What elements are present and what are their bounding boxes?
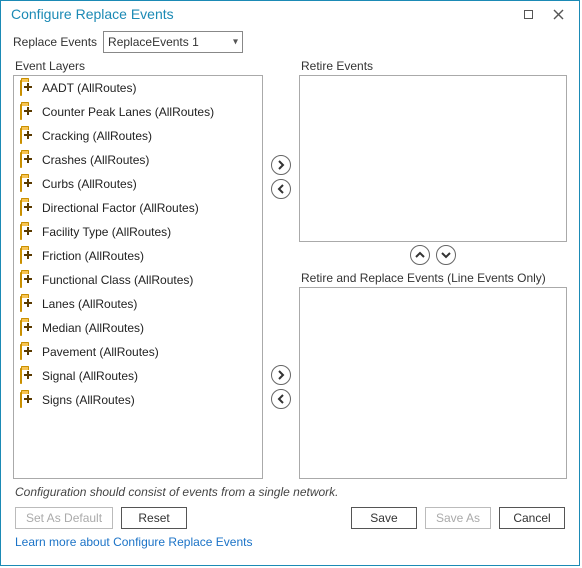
layer-icon <box>20 177 36 191</box>
move-left-button[interactable] <box>271 179 291 199</box>
buttons-row: Set As Default Reset Save Save As Cancel <box>13 507 567 535</box>
list-item[interactable]: Curbs (AllRoutes) <box>14 172 262 196</box>
reorder-buttons <box>299 242 567 271</box>
retire-replace-list[interactable] <box>299 287 567 479</box>
cancel-button[interactable]: Cancel <box>499 507 565 529</box>
layer-label: AADT (AllRoutes) <box>42 81 136 95</box>
set-as-default-button[interactable]: Set As Default <box>15 507 113 529</box>
layer-label: Crashes (AllRoutes) <box>42 153 149 167</box>
replace-events-label: Replace Events <box>13 35 97 49</box>
retire-events-label: Retire Events <box>301 59 567 73</box>
right-column: Retire Events Retire and Replace Events … <box>299 59 567 479</box>
layer-icon <box>20 249 36 263</box>
layer-label: Curbs (AllRoutes) <box>42 177 137 191</box>
layer-icon <box>20 393 36 407</box>
list-item[interactable]: Directional Factor (AllRoutes) <box>14 196 262 220</box>
move-left-button-2[interactable] <box>271 389 291 409</box>
replace-events-dropdown[interactable]: ReplaceEvents 1 ▾ <box>103 31 243 53</box>
event-layers-label: Event Layers <box>15 59 263 73</box>
retire-replace-label: Retire and Replace Events (Line Events O… <box>301 271 567 285</box>
move-right-button-2[interactable] <box>271 365 291 385</box>
window: Configure Replace Events Replace Events … <box>0 0 580 566</box>
list-item[interactable]: Crashes (AllRoutes) <box>14 148 262 172</box>
layer-label: Lanes (AllRoutes) <box>42 297 137 311</box>
list-item[interactable]: Cracking (AllRoutes) <box>14 124 262 148</box>
window-title: Configure Replace Events <box>11 6 513 22</box>
layer-label: Directional Factor (AllRoutes) <box>42 201 199 215</box>
layer-icon <box>20 105 36 119</box>
list-item[interactable]: Lanes (AllRoutes) <box>14 292 262 316</box>
save-button[interactable]: Save <box>351 507 417 529</box>
layer-icon <box>20 321 36 335</box>
list-item[interactable]: Functional Class (AllRoutes) <box>14 268 262 292</box>
retire-events-list[interactable] <box>299 75 567 242</box>
maximize-button[interactable] <box>513 3 543 25</box>
layer-label: Median (AllRoutes) <box>42 321 144 335</box>
chevron-down-icon: ▾ <box>233 37 238 48</box>
layer-icon <box>20 153 36 167</box>
layer-label: Functional Class (AllRoutes) <box>42 273 193 287</box>
reset-button[interactable]: Reset <box>121 507 187 529</box>
learn-more-link[interactable]: Learn more about Configure Replace Event… <box>13 535 567 557</box>
layer-label: Cracking (AllRoutes) <box>42 129 152 143</box>
list-item[interactable]: AADT (AllRoutes) <box>14 76 262 100</box>
transfer-column <box>267 59 295 479</box>
move-down-button[interactable] <box>436 245 456 265</box>
workarea: Event Layers AADT (AllRoutes) Counter Pea… <box>13 59 567 479</box>
layer-label: Signs (AllRoutes) <box>42 393 135 407</box>
move-up-button[interactable] <box>410 245 430 265</box>
list-item[interactable]: Signs (AllRoutes) <box>14 388 262 412</box>
replace-events-row: Replace Events ReplaceEvents 1 ▾ <box>13 31 567 53</box>
titlebar: Configure Replace Events <box>1 1 579 27</box>
list-item[interactable]: Friction (AllRoutes) <box>14 244 262 268</box>
event-layers-list[interactable]: AADT (AllRoutes) Counter Peak Lanes (AllR… <box>13 75 263 479</box>
layer-label: Signal (AllRoutes) <box>42 369 138 383</box>
layer-icon <box>20 225 36 239</box>
save-as-button[interactable]: Save As <box>425 507 491 529</box>
layer-icon <box>20 129 36 143</box>
config-note: Configuration should consist of events f… <box>15 485 565 499</box>
layer-icon <box>20 201 36 215</box>
layer-icon <box>20 345 36 359</box>
list-item[interactable]: Median (AllRoutes) <box>14 316 262 340</box>
layer-icon <box>20 273 36 287</box>
move-right-button[interactable] <box>271 155 291 175</box>
content: Replace Events ReplaceEvents 1 ▾ Event L… <box>1 27 579 565</box>
layer-icon <box>20 297 36 311</box>
layer-label: Pavement (AllRoutes) <box>42 345 159 359</box>
layer-label: Counter Peak Lanes (AllRoutes) <box>42 105 214 119</box>
list-item[interactable]: Counter Peak Lanes (AllRoutes) <box>14 100 262 124</box>
layer-icon <box>20 369 36 383</box>
close-button[interactable] <box>543 3 573 25</box>
list-item[interactable]: Signal (AllRoutes) <box>14 364 262 388</box>
list-item[interactable]: Facility Type (AllRoutes) <box>14 220 262 244</box>
layer-label: Facility Type (AllRoutes) <box>42 225 171 239</box>
layer-icon <box>20 81 36 95</box>
replace-events-value: ReplaceEvents 1 <box>108 35 199 49</box>
layer-label: Friction (AllRoutes) <box>42 249 144 263</box>
list-item[interactable]: Pavement (AllRoutes) <box>14 340 262 364</box>
event-layers-column: Event Layers AADT (AllRoutes) Counter Pea… <box>13 59 263 479</box>
